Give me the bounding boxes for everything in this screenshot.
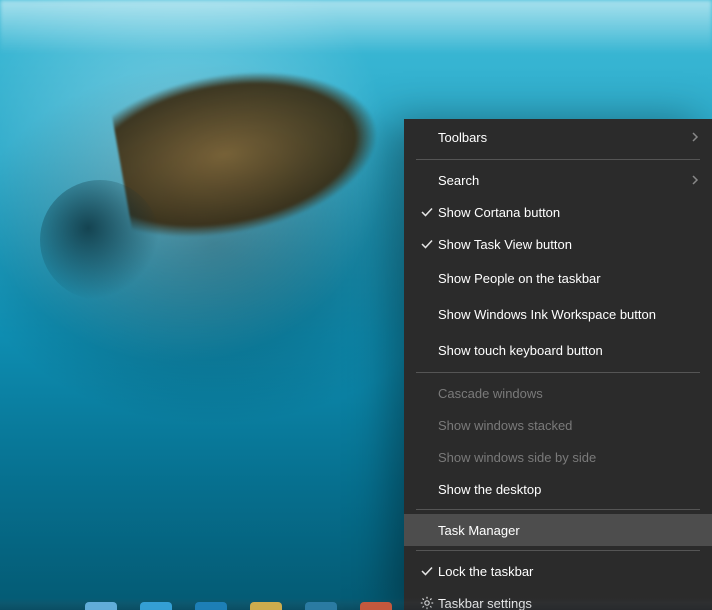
taskbar[interactable] (0, 598, 712, 610)
menu-item-lock-the-taskbar[interactable]: Lock the taskbar (404, 555, 712, 587)
taskbar-icon[interactable] (360, 602, 392, 610)
menu-item-label: Show Cortana button (438, 205, 682, 220)
menu-item-label: Toolbars (438, 130, 682, 145)
taskbar-context-menu: Toolbars Search Show Cortana button Show… (404, 119, 712, 610)
chevron-right-icon (682, 131, 700, 143)
wallpaper-swimmer (40, 180, 160, 300)
menu-item-show-windows-side-by-side: Show windows side by side (404, 441, 712, 473)
menu-item-show-people[interactable]: Show People on the taskbar (404, 260, 712, 296)
menu-item-label: Task Manager (438, 523, 682, 538)
menu-separator (416, 550, 700, 551)
check-icon (416, 564, 438, 578)
menu-item-label: Show touch keyboard button (438, 343, 682, 358)
menu-separator (416, 509, 700, 510)
menu-item-label: Search (438, 173, 682, 188)
taskbar-icon[interactable] (195, 602, 227, 610)
menu-item-show-task-view-button[interactable]: Show Task View button (404, 228, 712, 260)
menu-item-cascade-windows: Cascade windows (404, 377, 712, 409)
menu-item-label: Cascade windows (438, 386, 682, 401)
taskbar-icon[interactable] (140, 602, 172, 610)
menu-item-toolbars[interactable]: Toolbars (404, 119, 712, 155)
taskbar-icon[interactable] (85, 602, 117, 610)
chevron-right-icon (682, 174, 700, 186)
menu-item-label: Show the desktop (438, 482, 682, 497)
menu-item-task-manager[interactable]: Task Manager (404, 514, 712, 546)
menu-item-show-touch-keyboard[interactable]: Show touch keyboard button (404, 332, 712, 368)
menu-item-search[interactable]: Search (404, 164, 712, 196)
menu-separator (416, 372, 700, 373)
menu-item-label: Show Task View button (438, 237, 682, 252)
menu-item-show-cortana-button[interactable]: Show Cortana button (404, 196, 712, 228)
menu-item-label: Show windows side by side (438, 450, 682, 465)
check-icon (416, 237, 438, 251)
menu-item-label: Show windows stacked (438, 418, 682, 433)
menu-item-label: Show People on the taskbar (438, 271, 682, 286)
check-icon (416, 205, 438, 219)
taskbar-icon[interactable] (305, 602, 337, 610)
menu-item-show-windows-stacked: Show windows stacked (404, 409, 712, 441)
menu-item-label: Show Windows Ink Workspace button (438, 307, 682, 322)
menu-separator (416, 159, 700, 160)
menu-item-label: Lock the taskbar (438, 564, 682, 579)
taskbar-icon[interactable] (250, 602, 282, 610)
menu-item-show-ink-workspace[interactable]: Show Windows Ink Workspace button (404, 296, 712, 332)
menu-item-show-the-desktop[interactable]: Show the desktop (404, 473, 712, 505)
